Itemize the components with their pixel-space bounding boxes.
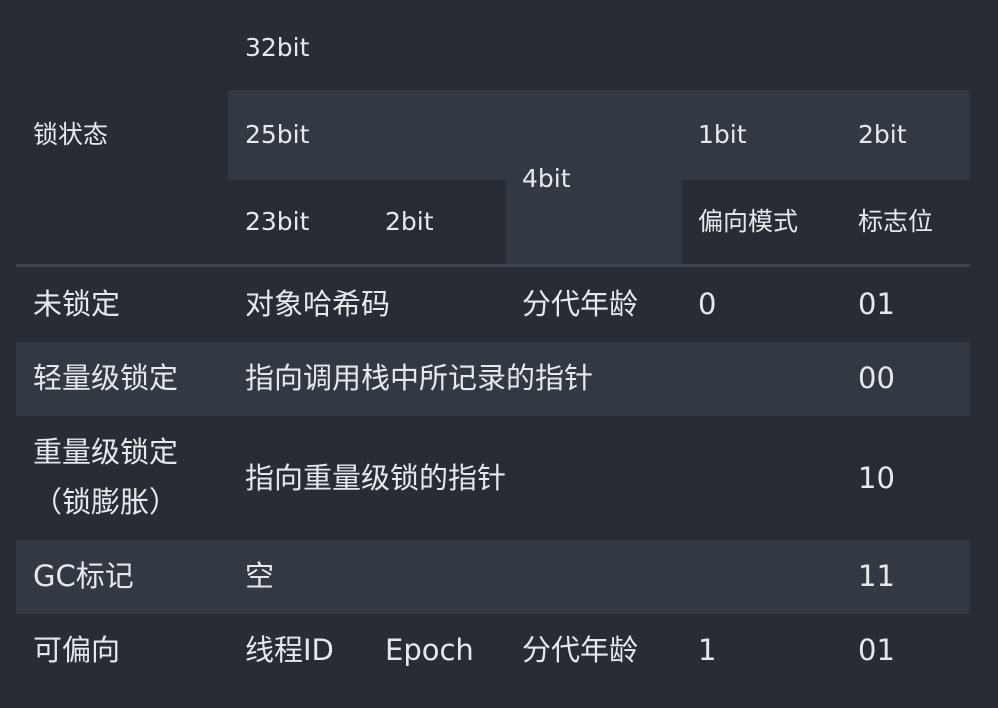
row-cell: 00: [858, 361, 895, 395]
table-row: GC标记 空 11: [16, 540, 970, 614]
header-4bit: 4bit: [522, 164, 571, 193]
row-state: GC标记: [33, 559, 134, 593]
header-25bit: 25bit: [245, 120, 310, 149]
header-flag-bit: 标志位: [858, 207, 934, 236]
row-cell: 01: [858, 633, 895, 667]
header-separator: [16, 264, 970, 267]
row-cell: 空: [245, 559, 275, 593]
header-23bit: 23bit: [245, 207, 310, 236]
row-state-note: （锁膨胀）: [33, 485, 179, 519]
row-cell: 线程ID: [245, 633, 334, 667]
row-cell: 分代年龄: [522, 287, 639, 321]
table-row: 轻量级锁定 指向调用栈中所记录的指针 00: [16, 342, 970, 416]
row-cell: 10: [858, 461, 895, 495]
row-cell: 1: [698, 633, 717, 667]
row-state: 重量级锁定: [33, 435, 179, 469]
header-1bit: 1bit: [698, 120, 747, 149]
row-cell: 0: [698, 287, 717, 321]
row-state: 轻量级锁定: [33, 361, 179, 395]
row-state: 可偏向: [33, 633, 121, 667]
row-cell: 01: [858, 287, 895, 321]
header-32bit: 32bit: [245, 33, 310, 62]
row-state: 未锁定: [33, 287, 121, 321]
row-cell: 指向重量级锁的指针: [245, 461, 507, 495]
header-2bit-flag: 2bit: [858, 120, 907, 149]
row-cell: 11: [858, 559, 895, 593]
row-cell: 对象哈希码: [245, 287, 391, 321]
row-cell: 指向调用栈中所记录的指针: [245, 361, 594, 395]
header-2bit-epoch: 2bit: [385, 207, 434, 236]
row-cell: Epoch: [385, 633, 474, 667]
header-lock-state: 锁状态: [33, 120, 109, 149]
row-cell: 分代年龄: [522, 633, 639, 667]
header-bias-mode: 偏向模式: [698, 207, 799, 236]
